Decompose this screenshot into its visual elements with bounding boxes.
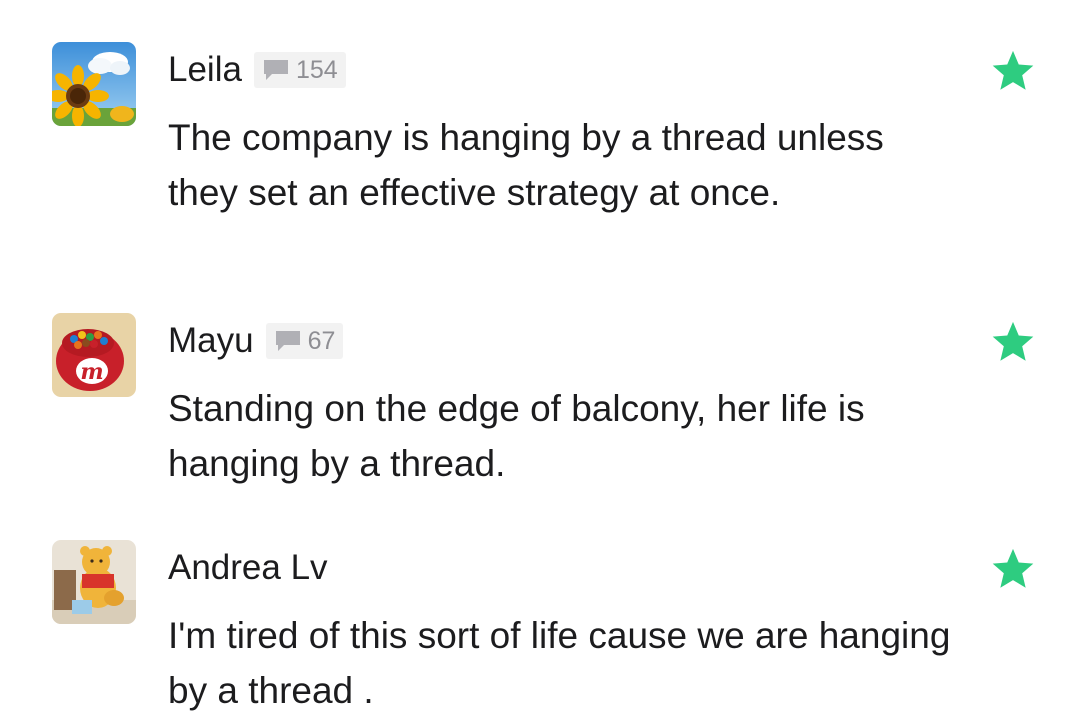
comment-text: I'm tired of this sort of life cause we … — [168, 615, 951, 711]
author-name[interactable]: Andrea Lv — [168, 548, 328, 588]
comment-feed: Leila 154 The company is hanging by a th… — [0, 0, 1080, 724]
comment-count-badge: 67 — [265, 323, 344, 359]
sunflower-avatar-icon[interactable] — [52, 42, 136, 126]
mm-candy-avatar-icon[interactable]: m — [52, 313, 136, 397]
comment-count-badge: 154 — [253, 52, 346, 88]
star-icon[interactable] — [990, 546, 1036, 592]
winnie-bear-avatar-icon[interactable] — [52, 540, 136, 624]
comment-header: Andrea Lv — [168, 540, 328, 596]
author-name[interactable]: Mayu — [168, 321, 254, 361]
star-icon[interactable] — [990, 48, 1036, 94]
comment-text: The company is hanging by a thread unles… — [168, 117, 884, 213]
comment-count: 67 — [307, 326, 336, 355]
svg-text:m: m — [80, 359, 103, 385]
comment-header: Leila 154 — [168, 42, 346, 98]
comment-header: Mayu 67 — [168, 313, 344, 369]
speech-bubble-icon — [275, 331, 300, 351]
speech-bubble-icon — [263, 60, 288, 80]
comment-count: 154 — [295, 55, 338, 84]
comment-text: Standing on the edge of balcony, her lif… — [168, 388, 865, 484]
star-icon[interactable] — [990, 319, 1036, 365]
author-name[interactable]: Leila — [168, 50, 242, 90]
